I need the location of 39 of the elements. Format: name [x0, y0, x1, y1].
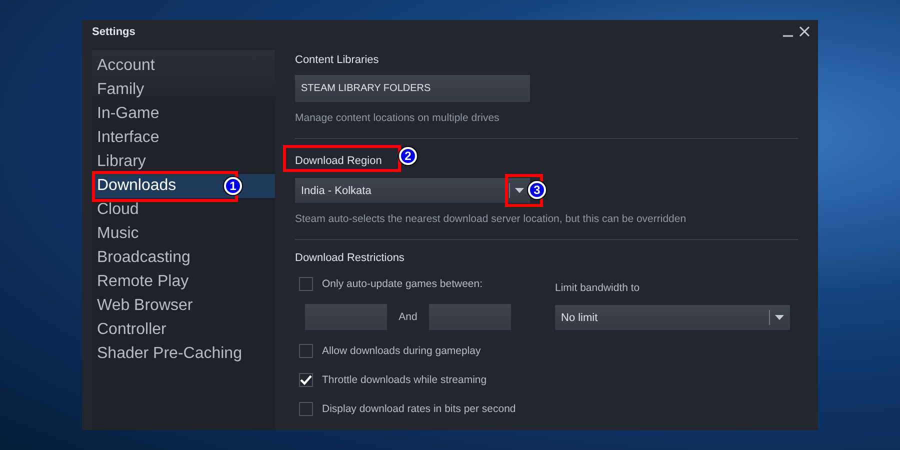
number-badge: 2	[399, 147, 417, 165]
sidebar-item[interactable]: Cloud	[92, 198, 275, 222]
sidebar-item[interactable]: In-Game	[92, 102, 275, 126]
caret-icon[interactable]	[509, 183, 524, 198]
sidebar-item[interactable]: Library	[92, 150, 275, 174]
region-dropdown[interactable]: India - Kolkata	[295, 178, 530, 203]
bandwidth-dropdown[interactable]: No limit	[555, 305, 790, 330]
checkbox-label: Display download rates in bits per second	[322, 403, 516, 415]
checkbox[interactable]	[299, 373, 313, 387]
library-folders-button[interactable]: STEAM LIBRARY FOLDERS	[295, 75, 530, 102]
description-text: Steam auto-selects the nearest download server location, but this can be overridden	[295, 213, 688, 225]
number-badge: 3	[528, 181, 546, 199]
section-heading: Download Region	[295, 154, 382, 168]
section-heading: Content Libraries	[295, 54, 380, 66]
start-time-field[interactable]	[305, 304, 387, 330]
caret-icon	[769, 310, 784, 325]
sidebar-item[interactable]: Remote Play	[92, 270, 275, 294]
sidebar-item[interactable]: Broadcasting	[92, 246, 275, 270]
checkbox[interactable]	[299, 277, 313, 291]
checkbox-label: Only auto-update games between:	[322, 278, 483, 290]
sidebar-item[interactable]: Shader Pre-Caching	[92, 342, 275, 366]
and-label: And	[398, 311, 418, 323]
window-title: Settings	[92, 26, 136, 38]
checkbox-label: Throttle downloads while streaming	[322, 374, 487, 386]
section-heading: Download Restrictions	[295, 252, 406, 264]
sidebar-item[interactable]: Account	[92, 54, 275, 78]
sidebar-item[interactable]: Music	[92, 222, 275, 246]
description-text: Manage content locations on multiple drives	[295, 112, 500, 124]
sidebar-item[interactable]: Web Browser	[92, 294, 275, 318]
number-badge: 1	[224, 177, 242, 195]
sidebar-item[interactable]: Family	[92, 78, 275, 102]
sidebar-item[interactable]: Controller	[92, 318, 275, 342]
checkbox[interactable]	[299, 344, 313, 358]
checkbox[interactable]	[299, 402, 313, 416]
end-time-field[interactable]	[429, 304, 511, 330]
bandwidth-label: Limit bandwidth to	[555, 282, 641, 294]
close-icon[interactable]	[799, 26, 810, 37]
checkbox-label: Allow downloads during gameplay	[322, 345, 481, 357]
sidebar-item[interactable]: Interface	[92, 126, 275, 150]
